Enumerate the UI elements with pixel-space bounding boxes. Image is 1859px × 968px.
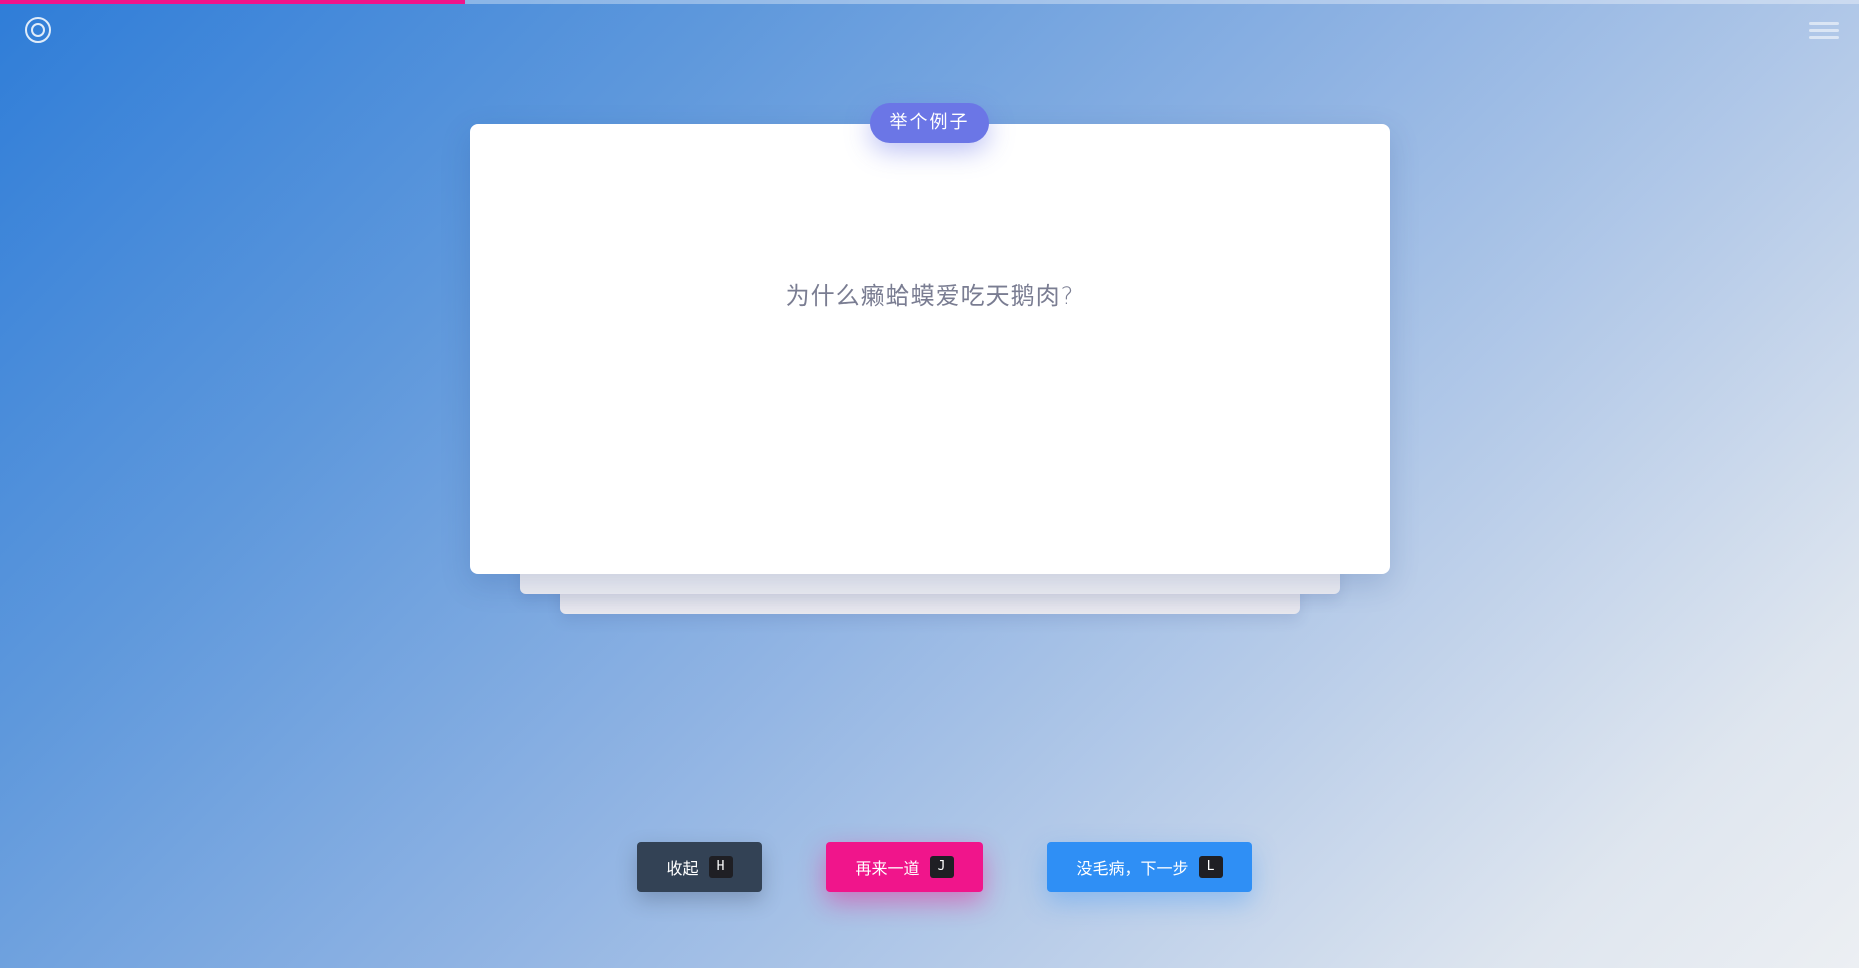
shortcut-key-l: L <box>1198 856 1223 878</box>
shortcut-key-j: J <box>929 856 954 878</box>
collapse-button[interactable]: 收起 H <box>637 842 762 892</box>
menu-line <box>1809 22 1839 25</box>
menu-line <box>1809 29 1839 32</box>
menu-line <box>1809 36 1839 39</box>
card-tag: 举个例子 <box>870 103 989 143</box>
target-circle-icon[interactable] <box>24 16 52 44</box>
progress-bar-fill <box>0 0 465 4</box>
another-question-button-label: 再来一道 <box>855 859 920 878</box>
next-step-button[interactable]: 没毛病，下一步 L <box>1047 842 1252 892</box>
hamburger-menu-icon[interactable] <box>1809 20 1839 42</box>
next-step-button-label: 没毛病，下一步 <box>1076 859 1189 878</box>
question-card <box>470 124 1390 574</box>
question-text: 为什么癞蛤蟆爱吃天鹅肉? <box>785 282 1075 310</box>
shortcut-key-h: H <box>708 856 733 878</box>
another-question-button[interactable]: 再来一道 J <box>826 842 983 892</box>
progress-bar <box>0 0 1859 4</box>
collapse-button-label: 收起 <box>666 859 699 878</box>
